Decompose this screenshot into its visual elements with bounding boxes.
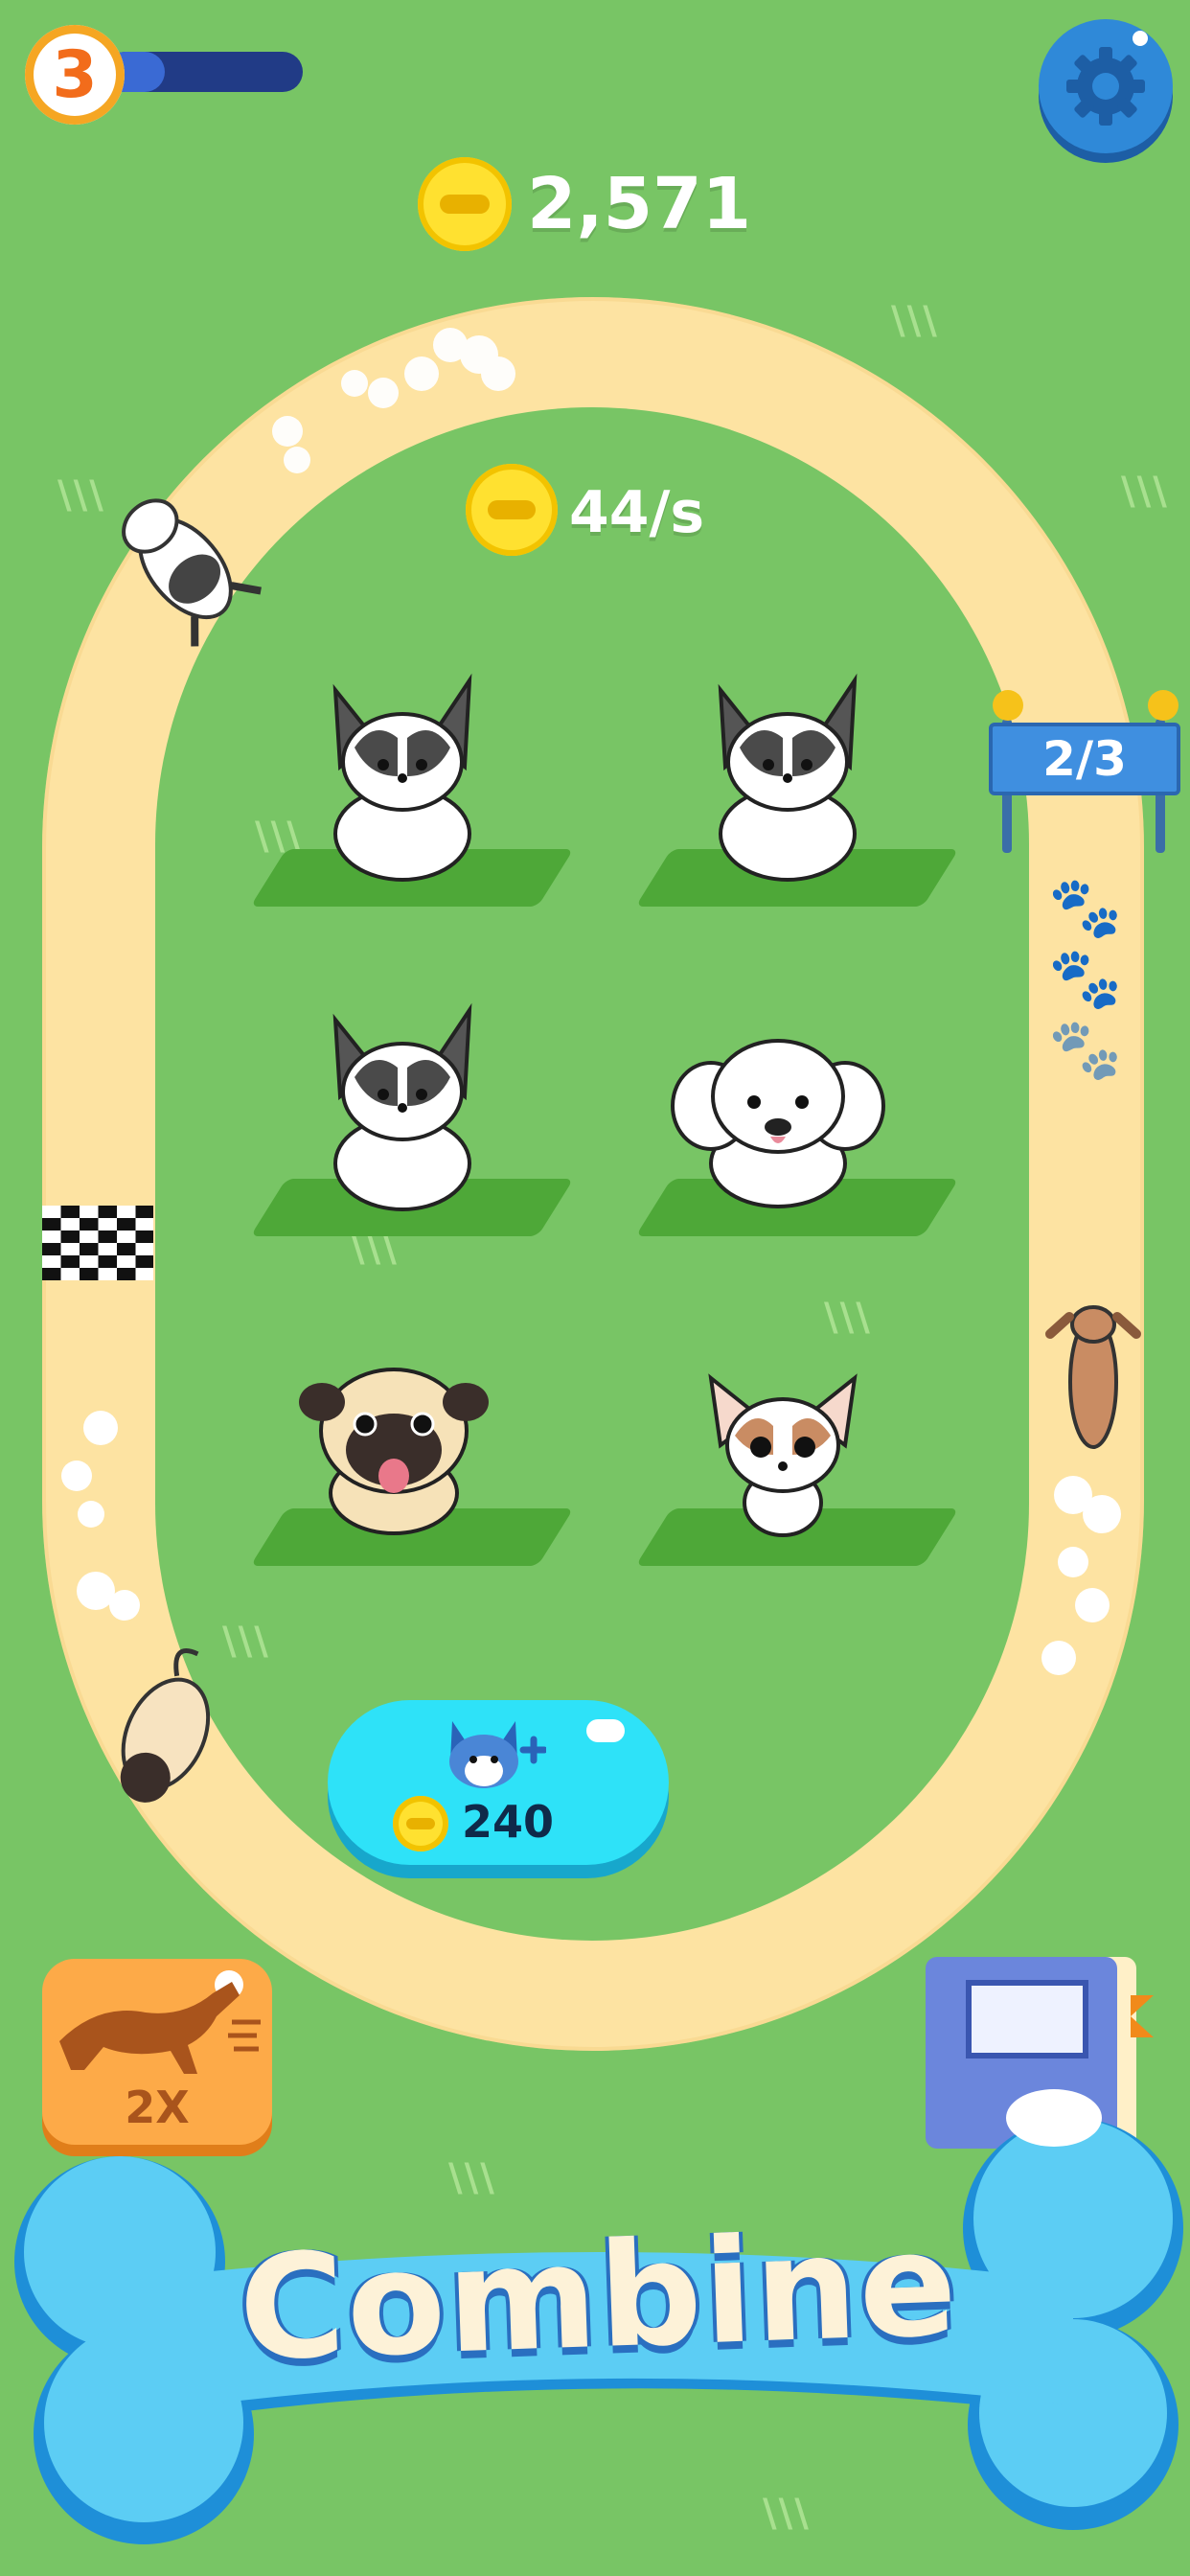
bone-coin-icon bbox=[418, 157, 512, 251]
papillon-dog[interactable] bbox=[307, 1000, 498, 1211]
merge-slot[interactable] bbox=[240, 671, 574, 920]
game-screen: \\\ \\\ \\\ \\\ \\\ \\\ \\\ \\\ \\\ 2/3 … bbox=[0, 0, 1190, 2576]
settings-button[interactable] bbox=[1039, 19, 1173, 153]
gate-knob bbox=[1148, 690, 1179, 721]
buy-dog-cost: 240 bbox=[462, 1796, 555, 1848]
xp-progress-bar bbox=[105, 52, 303, 92]
level-badge: 3 bbox=[25, 25, 125, 125]
maltese-dog[interactable] bbox=[663, 1020, 893, 1211]
paw-trail: 🐾 🐾 🐾 bbox=[1048, 872, 1122, 1085]
papillon-dog[interactable] bbox=[307, 671, 498, 882]
buy-dog-button[interactable]: 240 bbox=[328, 1700, 669, 1865]
bone-shape bbox=[406, 1818, 435, 1829]
husky-head-plus-icon bbox=[449, 1721, 546, 1788]
dust-cloud bbox=[1041, 1476, 1121, 1675]
merge-slot[interactable] bbox=[240, 1000, 574, 1250]
bone-shape bbox=[488, 500, 536, 519]
shine bbox=[586, 1719, 625, 1742]
paw-icon: 🐾 bbox=[1048, 1014, 1123, 1084]
bookmark bbox=[1131, 1995, 1154, 2037]
gear-icon bbox=[1066, 47, 1145, 126]
merge-slot[interactable] bbox=[625, 671, 959, 920]
notification-dot bbox=[1133, 31, 1148, 46]
running-dachshund-on-track bbox=[1045, 1305, 1141, 1449]
paw-icon: 🐾 bbox=[1048, 943, 1123, 1013]
lap-gate: 2/3 bbox=[989, 690, 1180, 872]
running-dog-icon bbox=[59, 1982, 261, 2074]
coin-total: 2,571 bbox=[527, 163, 752, 245]
papillon-dog[interactable] bbox=[692, 671, 883, 882]
income-rate: 44/s bbox=[569, 479, 705, 546]
lap-counter: 2/3 bbox=[989, 723, 1180, 795]
chihuahua-dog[interactable] bbox=[692, 1359, 874, 1541]
dust-cloud bbox=[272, 328, 515, 473]
combine-button[interactable]: Combine bbox=[10, 2070, 1188, 2568]
running-pug-on-track bbox=[120, 1648, 211, 1803]
gate-knob bbox=[993, 690, 1023, 721]
pug-dog[interactable] bbox=[284, 1349, 504, 1541]
merge-slot[interactable] bbox=[625, 1330, 959, 1579]
book-window bbox=[966, 1980, 1088, 2058]
bone-coin-icon bbox=[393, 1796, 448, 1852]
merge-slot[interactable] bbox=[625, 1000, 959, 1250]
merge-slot[interactable] bbox=[240, 1330, 574, 1579]
grass-tuft: \\\ bbox=[891, 299, 939, 343]
running-papillon-on-track bbox=[122, 498, 262, 647]
paw-icon: 🐾 bbox=[1048, 872, 1123, 942]
bone-shape bbox=[440, 195, 490, 214]
grass-tuft: \\\ bbox=[1121, 470, 1169, 514]
checkered-flag-icon bbox=[42, 1206, 153, 1280]
bone-coin-icon bbox=[466, 464, 558, 556]
dust-cloud bbox=[61, 1411, 140, 1621]
